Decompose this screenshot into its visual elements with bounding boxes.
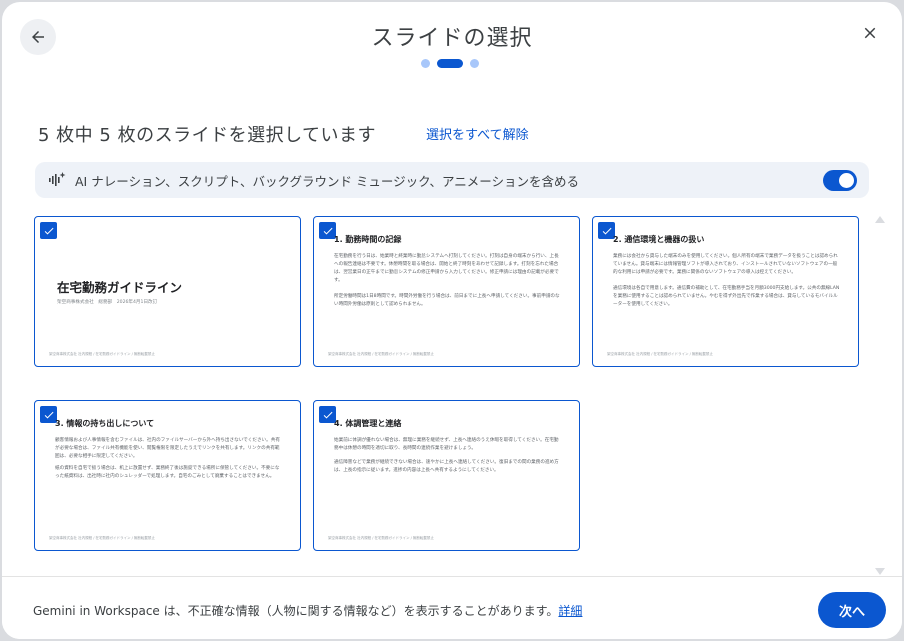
- slide-paragraph: 通信環境は各自で用意します。通信費の補助として、在宅勤務手当を月額3000円支給…: [613, 286, 840, 307]
- slide-paragraph: 業務には会社から貸与した端末のみを使用してください。個人所有の端末で業務データを…: [613, 254, 838, 275]
- checkmark-icon: [323, 411, 332, 418]
- checkmark-icon: [602, 227, 611, 234]
- slide-footer: 架空商事株式会社 社内規程 / 在宅勤務ガイドライン / 無断転載禁止: [328, 352, 434, 356]
- slide-heading: 2. 通信環境と機器の扱い: [613, 235, 705, 244]
- checkmark-icon: [44, 227, 53, 234]
- slide-heading: 3. 情報の持ち出しについて: [55, 419, 155, 428]
- ai-option-row: AI ナレーション、スクリプト、バックグラウンド ミュージック、アニメーションを…: [35, 162, 869, 198]
- toggle-knob: [839, 173, 854, 188]
- slide-card-4[interactable]: 3. 情報の持ち出しについて 顧客情報および人事情報を含むファイルは、社内のファ…: [34, 400, 301, 551]
- dialog-title: スライドの選択: [371, 26, 533, 51]
- slide-card-5[interactable]: 4. 体調管理と連絡 始業前に体調が優れない場合は、無理に業務を継続せず、上長へ…: [313, 400, 580, 551]
- slide-heading: 1. 勤務時間の記録: [334, 235, 402, 244]
- slide-paragraph: 顧客情報および人事情報を含むファイルは、社内のファイルサーバーから外へ持ち出さな…: [55, 438, 280, 459]
- slide-paragraph: 始業前に体調が優れない場合は、無理に業務を継続せず、上長へ連絡のうえ休暇を取得し…: [334, 438, 559, 451]
- slide-selection-dialog: スライドの選択 5 枚中 5 枚のスライドを選択しています 選択をすべて解除 A…: [2, 2, 902, 639]
- slide-heading: 4. 体調管理と連絡: [334, 419, 402, 428]
- close-button[interactable]: [854, 17, 886, 49]
- close-icon: [864, 27, 876, 39]
- dialog-footer: Gemini in Workspace は、不正確な情報（人物に関する情報など）…: [2, 576, 902, 639]
- checkmark-icon: [44, 411, 53, 418]
- slide-card-2[interactable]: 1. 勤務時間の記録 在宅勤務を行う日は、始業時と終業時に勤怠システムへ打刻して…: [313, 216, 580, 367]
- selection-count: 5 枚中 5 枚のスライドを選択しています: [38, 125, 377, 146]
- slide-footer: 架空商事株式会社 社内規程 / 在宅勤務ガイドライン / 無断転載禁止: [607, 352, 713, 356]
- step-dot-3: [470, 59, 479, 68]
- slide-card-1[interactable]: 在宅勤務ガイドライン 架空商事株式会社 総務部 2026年4月1日改訂 架空商事…: [34, 216, 301, 367]
- details-link[interactable]: 詳細: [558, 604, 582, 618]
- slide-paragraph: 在宅勤務を行う日は、始業時と終業時に勤怠システムへ打刻してください。打刻は自身の…: [334, 254, 559, 283]
- deselect-all-link[interactable]: 選択をすべて解除: [426, 124, 529, 143]
- slide-checkbox-1[interactable]: [40, 222, 57, 239]
- slide-paragraph: 紙の資料を自宅で扱う場合は、机上に放置せず、業務終了後は施錠できる場所に保管して…: [55, 466, 280, 479]
- slide-subtitle: 架空商事株式会社 総務部 2026年4月1日改訂: [57, 300, 158, 305]
- ai-sparkle-waveform-icon: [48, 171, 66, 189]
- next-button[interactable]: 次へ: [818, 592, 886, 628]
- slide-card-3[interactable]: 2. 通信環境と機器の扱い 業務には会社から貸与した端末のみを使用してください。…: [592, 216, 859, 367]
- slide-footer: 架空商事株式会社 社内規程 / 在宅勤務ガイドライン / 無断転載禁止: [328, 536, 434, 540]
- slide-paragraph: 通信障害などで業務が継続できない場合は、速やかに上長へ連絡してください。復旧まで…: [334, 460, 559, 473]
- step-dot-2-active: [437, 59, 463, 68]
- slide-footer: 架空商事株式会社 社内規程 / 在宅勤務ガイドライン / 無断転載禁止: [49, 352, 155, 356]
- disclaimer-text: Gemini in Workspace は、不正確な情報（人物に関する情報など）…: [33, 602, 582, 619]
- scroll-down-arrow[interactable]: [875, 568, 885, 575]
- step-dot-1: [421, 59, 430, 68]
- scroll-up-arrow[interactable]: [875, 216, 885, 223]
- slide-title: 在宅勤務ガイドライン: [57, 280, 183, 295]
- slide-footer: 架空商事株式会社 社内規程 / 在宅勤務ガイドライン / 無断転載禁止: [49, 536, 155, 540]
- checkmark-icon: [323, 227, 332, 234]
- step-indicator: [421, 59, 479, 68]
- disclaimer-body: Gemini in Workspace は、不正確な情報（人物に関する情報など）…: [33, 604, 559, 618]
- ai-option-label: AI ナレーション、スクリプト、バックグラウンド ミュージック、アニメーションを…: [75, 173, 580, 189]
- slide-paragraph: 所定労働時間は1日8時間です。時間外労働を行う場合は、前日までに上長へ申請してく…: [334, 294, 560, 307]
- ai-option-toggle[interactable]: [823, 170, 857, 191]
